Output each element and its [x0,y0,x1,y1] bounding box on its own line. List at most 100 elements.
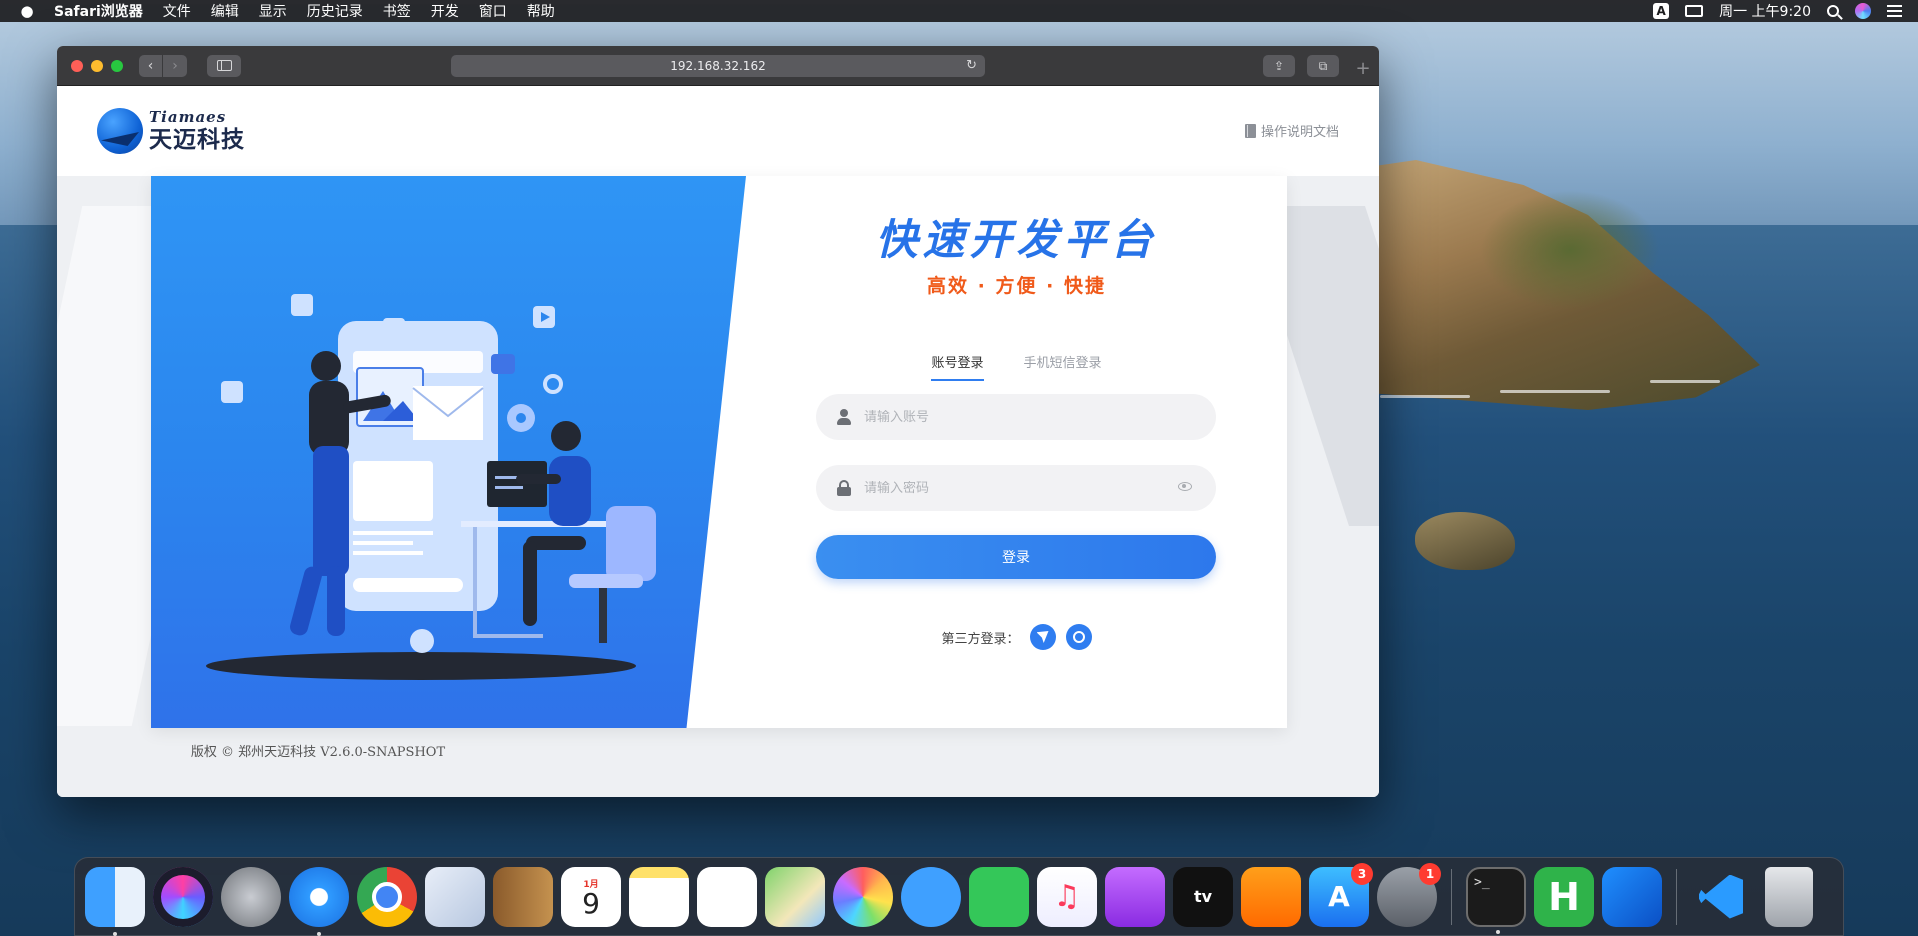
calendar-day: 9 [582,887,600,920]
system-preferences-icon[interactable]: 1 [1377,862,1441,927]
finder-icon[interactable] [85,866,145,936]
close-window-button[interactable] [71,59,83,72]
notification-center-icon[interactable] [1887,5,1902,17]
menu-app-name[interactable]: Safari浏览器 [54,1,143,21]
forward-button[interactable]: › [163,54,187,77]
copyright-text: 版权 © 郑州天迈科技 V2.6.0-SNAPSHOT [190,745,446,760]
password-field [816,465,1216,511]
sidebar-icon [216,60,232,71]
book-icon [1244,123,1256,138]
wechat-login-icon[interactable] [1065,624,1092,650]
login-button[interactable]: 登录 [816,535,1216,579]
account-input[interactable] [864,409,1164,425]
sidebar-toggle-button[interactable] [207,54,241,77]
platform-title: 快速开发平台 [875,215,1158,264]
logo-text: Tiamaes 天迈科技 [149,110,245,152]
spotlight-search-icon[interactable] [1827,5,1839,17]
input-method-icon[interactable]: A [1653,3,1670,19]
menu-bookmarks[interactable]: 书签 [383,1,411,21]
share-button[interactable]: ⇪ [1263,55,1295,77]
doc-link-label: 操作说明文档 [1260,125,1339,140]
podcasts-icon[interactable] [1105,866,1165,927]
dingtalk-login-icon[interactable] [1029,624,1056,650]
lock-icon [836,480,852,496]
apple-menu-icon[interactable]: ● [20,2,34,20]
menu-bar: ● Safari浏览器 文件 编辑 显示 历史记录 书签 开发 窗口 帮助 A … [0,0,1918,22]
menu-window[interactable]: 窗口 [479,1,507,21]
hero-illustration [151,176,746,728]
menubar-clock[interactable]: 周一 上午9:20 [1719,1,1811,21]
desktop-vegetation [1480,190,1660,310]
chair [606,506,656,581]
apple-tv-icon[interactable]: tv [1173,866,1233,927]
xcode-icon[interactable] [1602,866,1662,927]
person-left [311,351,341,381]
notes-icon[interactable] [629,866,689,927]
new-tab-button[interactable]: + [1351,56,1375,80]
tab-account-login[interactable]: 账号登录 [931,352,984,381]
dock-separator [1451,868,1452,925]
contacts-icon[interactable] [493,866,553,927]
running-indicator [113,931,117,936]
menu-edit[interactable]: 编辑 [211,1,239,21]
small-gear-icon [543,374,563,394]
browser-toolbar: ‹ › 192.168.32.162 ↻ ⇪ ⧉ + [57,46,1379,86]
chrome-icon[interactable] [357,866,417,927]
app-store-badge: 3 [1351,862,1373,885]
show-password-eye-icon[interactable] [1178,482,1192,491]
siri-dock-icon[interactable] [153,866,213,927]
show-tabs-button[interactable]: ⧉ [1307,55,1339,77]
terminal-prompt: >_ [1474,874,1490,890]
launchpad-icon[interactable] [221,866,281,927]
siri-icon[interactable] [1855,3,1871,19]
maps-icon[interactable] [765,866,825,927]
reload-icon[interactable]: ↻ [966,58,977,73]
doc-link[interactable]: 操作说明文档 [1244,121,1339,140]
vscode-icon[interactable] [1691,867,1751,927]
menu-file[interactable]: 文件 [163,1,191,21]
illustration-svg [206,294,656,680]
envelope-icon [413,386,483,440]
login-panel: 快速开发平台 高效 · 方便 · 快捷 账号登录 手机短信登录 登录 [746,176,1287,728]
back-button[interactable]: ‹ [139,54,163,77]
password-input[interactable] [864,480,1164,496]
third-party-label: 第三方登录： [941,631,1020,647]
nav-buttons: ‹ › [139,54,187,77]
safari-icon[interactable] [289,866,349,936]
site-header: Tiamaes 天迈科技 操作说明文档 [57,86,1379,176]
company-logo[interactable]: Tiamaes 天迈科技 [97,108,245,154]
safari-window: ‹ › 192.168.32.162 ↻ ⇪ ⧉ + Tiamaes 天迈科技 [57,46,1379,797]
facetime-icon[interactable] [969,866,1029,927]
music-icon[interactable]: ♫ [1037,866,1097,927]
user-icon [836,409,852,425]
display-mirroring-icon[interactable] [1685,5,1704,17]
web-page: Tiamaes 天迈科技 操作说明文档 快速开发平台 高效 · 方便 · 快捷 … [57,86,1379,797]
menu-help[interactable]: 帮助 [527,1,555,21]
menu-history[interactable]: 历史记录 [307,1,363,21]
menu-view[interactable]: 显示 [259,1,287,21]
photos-icon[interactable] [833,866,893,927]
calendar-icon[interactable]: 1月 9 [561,866,621,927]
messages-icon[interactable] [901,866,961,927]
fullscreen-window-button[interactable] [111,59,123,72]
window-controls [71,59,123,72]
trash-icon[interactable] [1765,866,1813,927]
desk [461,521,611,527]
minimize-window-button[interactable] [91,59,103,72]
logo-mark [97,108,143,154]
person-right [551,421,581,451]
third-party-login: 第三方登录： [746,624,1287,650]
hbuilder-icon[interactable]: H [1534,866,1594,927]
terminal-icon[interactable]: >_ [1466,866,1526,934]
menu-develop[interactable]: 开发 [431,1,459,21]
reminders-icon[interactable] [697,866,757,927]
wechat-glyph [1072,631,1085,643]
logo-english: Tiamaes [149,108,227,126]
tab-sms-login[interactable]: 手机短信登录 [1024,352,1102,381]
app-store-icon[interactable]: A 3 [1309,862,1373,927]
books-icon[interactable] [1241,866,1301,927]
menu-badge-icon [491,354,515,374]
address-bar[interactable]: 192.168.32.162 ↻ [451,55,985,77]
running-indicator [317,931,321,936]
mail-icon[interactable] [425,866,485,927]
